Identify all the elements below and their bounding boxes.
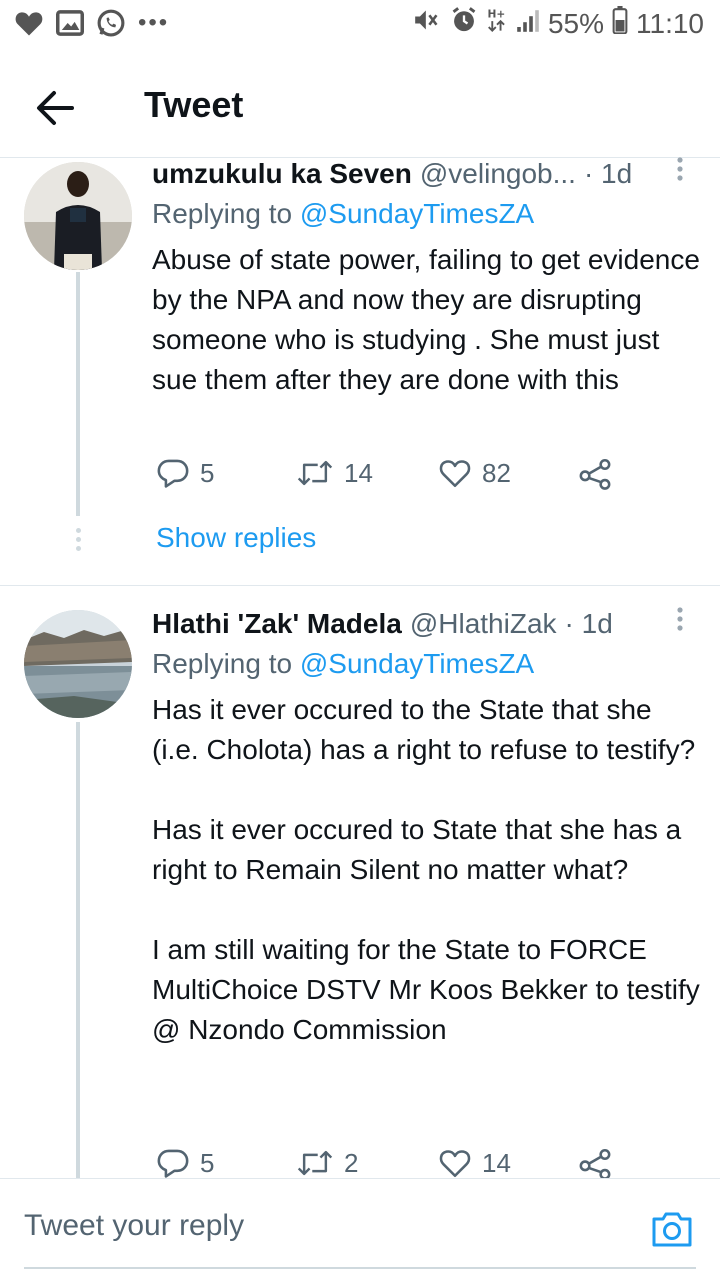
retweet-count: 2 [344,1147,359,1178]
share-button[interactable] [578,456,612,490]
page-title: Tweet [144,84,244,125]
author-name[interactable]: umzukulu ka Seven [152,158,412,190]
replying-to: Replying to @SundayTimesZA [152,198,534,230]
share-icon [579,1148,611,1180]
top-app-bar: Tweet [0,58,720,158]
hplus-network-icon: H+ [486,7,508,40]
reply-count: 5 [200,1147,215,1178]
show-replies-link[interactable]: Show replies [156,522,316,554]
input-underline [24,1267,696,1269]
reply-composer [0,1178,720,1280]
heart-icon [439,1150,471,1178]
replying-to-label: Replying to [152,648,300,679]
more-notifications-icon: ••• [138,8,170,36]
retweet-icon [297,460,333,486]
avatar[interactable] [24,162,132,270]
tweet-header: umzukulu ka Seven @velingob... · 1d [152,156,690,190]
tweet-text: Has it ever occured to the State that sh… [152,694,700,1045]
heart-notification-icon [14,9,44,42]
tweet-actions: 5 14 82 [152,456,692,500]
author-name[interactable]: Hlathi 'Zak' Madela [152,608,402,640]
status-bar: ••• H+ 55% 11:10 [0,0,720,50]
clock: 11:10 [636,7,704,39]
thread-line [76,722,80,1178]
more-options-icon[interactable] [670,156,690,189]
whatsapp-notification-icon [96,8,126,43]
battery-icon [612,6,628,41]
comment-icon [157,459,189,488]
share-button[interactable] [578,1146,612,1180]
camera-button[interactable] [650,1209,694,1249]
reply-tweet[interactable]: umzukulu ka Seven @velingob... · 1d Repl… [0,156,720,586]
like-count: 82 [482,457,511,488]
share-icon [579,458,611,490]
replying-to-label: Replying to [152,198,300,229]
reply-button[interactable]: 5 [156,1146,214,1180]
camera-icon [652,1212,692,1247]
battery-percent: 55% [547,7,604,39]
tweet-time: · 1d [564,608,613,639]
heart-icon [439,460,471,488]
like-button[interactable]: 82 [438,456,511,490]
retweet-button[interactable]: 14 [296,456,373,490]
divider [0,585,720,586]
signal-icon [516,8,540,40]
thread-line [76,272,80,516]
thread-dots [74,528,82,555]
tweet-text: Abuse of state power, failing to get evi… [152,244,708,395]
reply-count: 5 [200,457,215,488]
retweet-button[interactable]: 2 [296,1146,358,1180]
replying-to: Replying to @SundayTimesZA [152,648,534,680]
comment-icon [157,1149,189,1178]
author-handle[interactable]: @velingob... [420,158,576,190]
gallery-notification-icon [56,10,84,41]
mention-link[interactable]: @SundayTimesZA [300,648,534,679]
mute-icon [412,7,442,40]
reply-tweet[interactable]: Hlathi 'Zak' Madela @HlathiZak · 1d Repl… [0,606,720,1180]
like-button[interactable]: 14 [438,1146,511,1180]
arrow-left-icon [37,91,74,125]
tweet-time: · 1d [583,158,633,189]
like-count: 14 [482,1147,511,1178]
retweet-count: 14 [344,457,373,488]
reply-input[interactable] [24,1209,584,1243]
alarm-icon [450,6,478,41]
back-button[interactable] [32,84,80,132]
reply-button[interactable]: 5 [156,456,214,490]
tweet-header: Hlathi 'Zak' Madela @HlathiZak · 1d [152,606,690,640]
author-handle[interactable]: @HlathiZak [410,608,557,640]
svg-text:H+: H+ [487,8,505,21]
avatar[interactable] [24,610,132,718]
retweet-icon [297,1150,333,1176]
mention-link[interactable]: @SundayTimesZA [300,198,534,229]
more-options-icon[interactable] [670,606,690,639]
